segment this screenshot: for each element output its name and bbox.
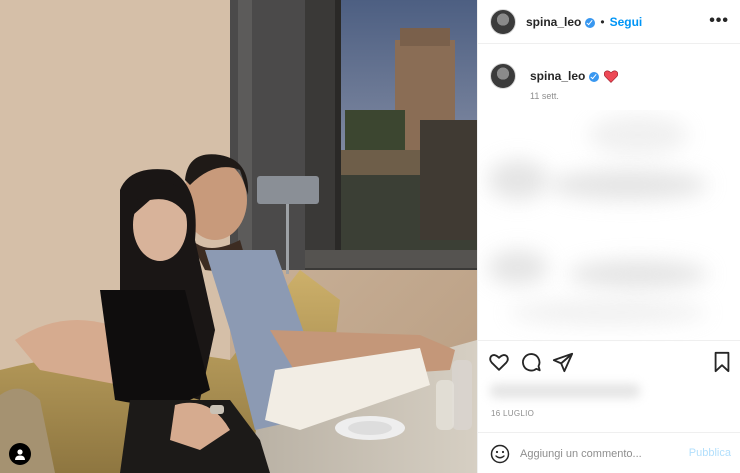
follow-button[interactable]: Segui: [610, 15, 643, 29]
separator-dot: •: [600, 14, 605, 29]
blurred-comments: [478, 110, 740, 342]
caption-username[interactable]: spina_leo: [530, 69, 585, 83]
caption-date: 11 sett.: [530, 91, 559, 101]
bookmark-icon[interactable]: [711, 351, 733, 373]
likes-count-blurred: [490, 384, 640, 398]
comment-bubble-icon[interactable]: [520, 351, 542, 373]
avatar[interactable]: [490, 8, 516, 35]
post-photo[interactable]: [0, 0, 477, 473]
post-header: spina_leo • Segui •••: [478, 0, 740, 44]
comment-bar: Pubblica: [478, 432, 740, 473]
verified-badge-icon: [585, 17, 596, 28]
post-date: 16 LUGLIO: [491, 409, 535, 418]
caption: spina_leo: [490, 63, 619, 89]
red-heart-emoji-icon: [604, 70, 619, 83]
caption-avatar[interactable]: [490, 63, 516, 89]
post-side-panel: spina_leo • Segui ••• spina_leo 11 sett.: [477, 0, 740, 473]
couple-photo-image: [0, 0, 477, 473]
smiley-icon[interactable]: [490, 444, 510, 464]
action-bar: [478, 340, 740, 380]
paper-plane-icon[interactable]: [552, 351, 574, 373]
more-dots-icon[interactable]: •••: [709, 13, 729, 29]
heart-outline-icon[interactable]: [488, 351, 510, 373]
verified-badge-icon: [589, 72, 600, 82]
publish-button[interactable]: Pubblica: [689, 447, 731, 459]
header-username[interactable]: spina_leo: [526, 15, 581, 29]
user-tag-icon[interactable]: [9, 443, 31, 465]
comment-input[interactable]: [520, 444, 685, 464]
